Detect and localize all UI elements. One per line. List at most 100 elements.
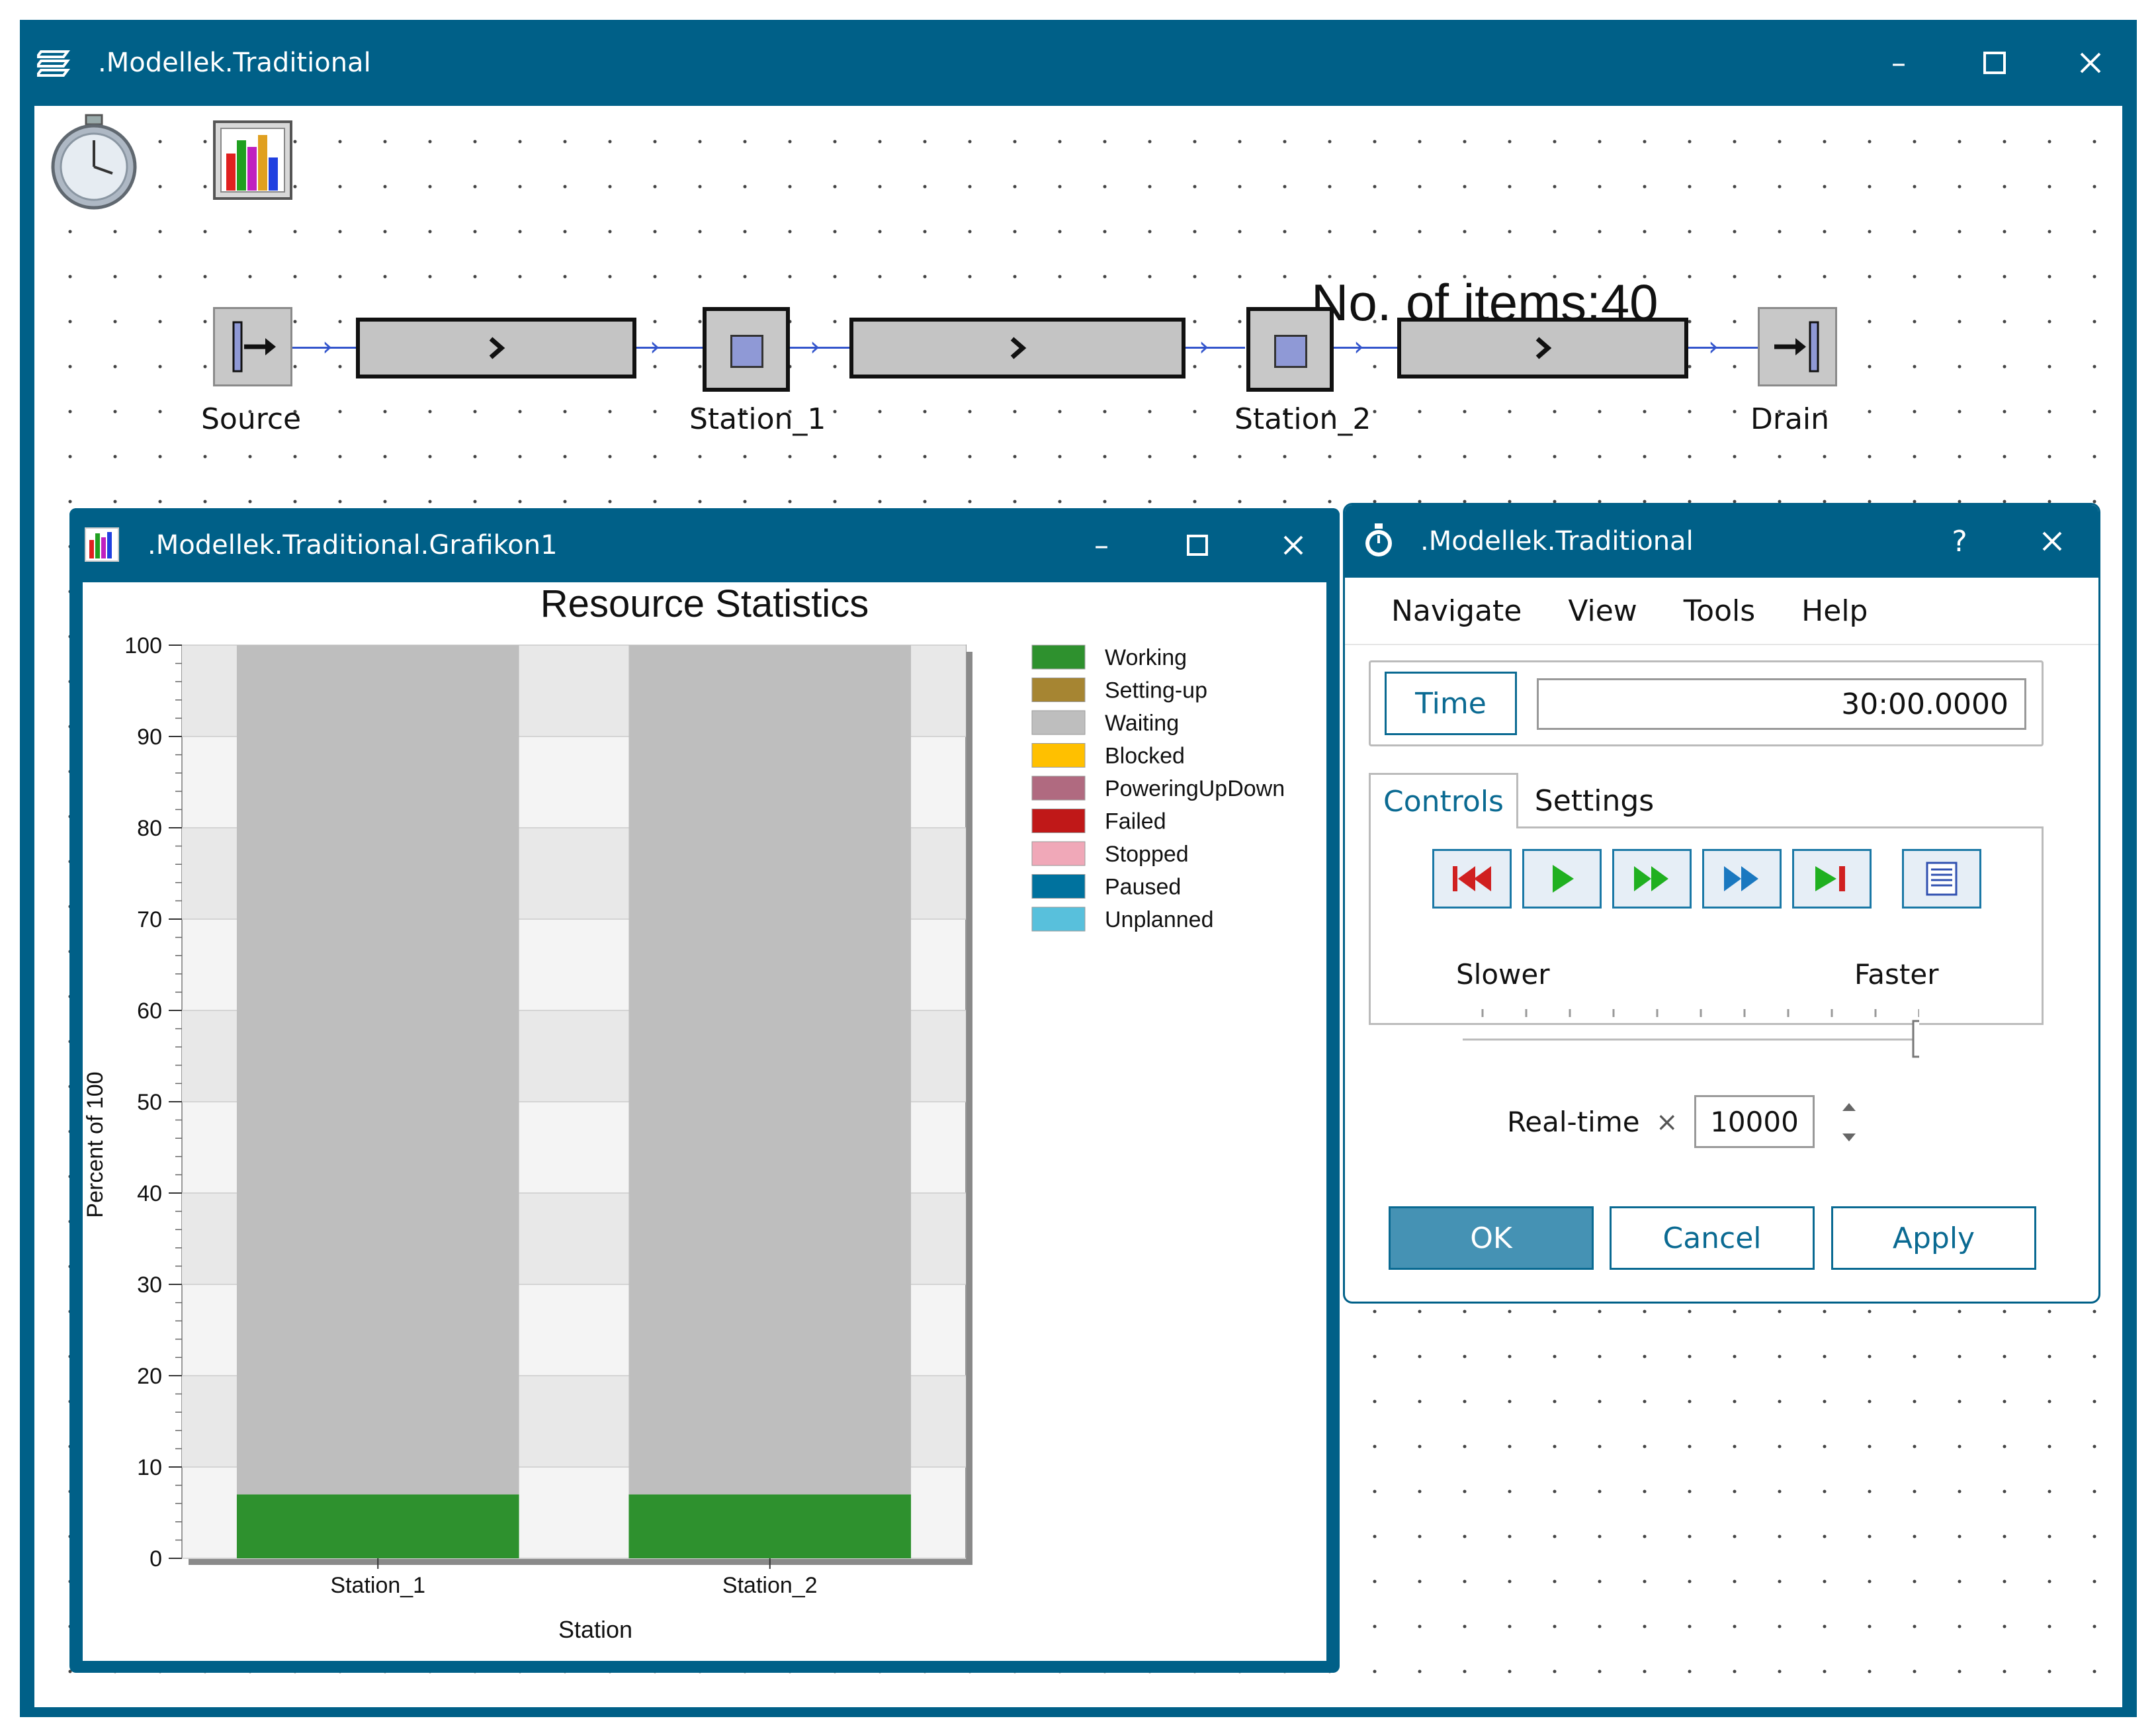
tab-controls[interactable]: Controls: [1369, 773, 1518, 828]
tab-settings[interactable]: Settings: [1525, 773, 1664, 828]
chart-window-title: .Modellek.Traditional.Grafikon1: [148, 530, 558, 560]
y-tick-label: 30: [137, 1272, 162, 1298]
stop-icon: [1815, 866, 1845, 891]
connector[interactable]: [1688, 347, 1758, 349]
source-object[interactable]: [213, 307, 292, 386]
close-button[interactable]: [2044, 20, 2137, 106]
chart-title: Resource Statistics: [540, 582, 869, 625]
fast-forward-button[interactable]: [1612, 849, 1692, 909]
cancel-button[interactable]: Cancel: [1610, 1206, 1815, 1270]
step-button[interactable]: [1702, 849, 1782, 909]
minimize-button[interactable]: –: [1852, 20, 1945, 106]
event-controller-icon[interactable]: [48, 112, 140, 214]
x-axis-label: Station: [558, 1616, 632, 1643]
drain-icon: [1774, 321, 1819, 373]
event-list-button[interactable]: [1902, 849, 1981, 909]
y-tick-label: 60: [137, 999, 162, 1024]
start-button[interactable]: [1522, 849, 1602, 909]
legend-label: PoweringUpDown: [1105, 776, 1285, 801]
menu-view[interactable]: View: [1568, 594, 1637, 628]
dialog-title: .Modellek.Traditional: [1420, 526, 1694, 556]
connector[interactable]: [636, 347, 703, 349]
connector-arrow-icon: ›: [1199, 332, 1209, 362]
source-label: Source: [201, 402, 302, 436]
y-tick-label: 70: [137, 907, 162, 932]
speed-slider[interactable]: [1463, 1008, 1926, 1061]
chart-icon[interactable]: [213, 120, 292, 202]
time-button[interactable]: Time: [1385, 672, 1517, 735]
station-1-object[interactable]: [703, 307, 790, 392]
close-icon: [2080, 52, 2101, 73]
maximize-button[interactable]: [1151, 508, 1244, 582]
conveyor-line[interactable]: [849, 318, 1186, 378]
station-1-label: Station_1: [689, 402, 826, 436]
y-tick-label: 80: [137, 816, 162, 841]
maximize-button[interactable]: [1948, 20, 2041, 106]
legend-swatch: [1031, 644, 1086, 670]
y-tick-label: 40: [137, 1181, 162, 1206]
legend-label: Stopped: [1105, 842, 1189, 867]
conveyor-line[interactable]: [356, 318, 636, 378]
bar-segment[interactable]: [236, 1494, 519, 1558]
legend-label: Unplanned: [1105, 907, 1213, 932]
model-icon: [34, 46, 74, 79]
close-button[interactable]: [2006, 505, 2098, 578]
drain-label: Drain: [1750, 402, 1830, 436]
dialog-titlebar[interactable]: .Modellek.Traditional ?: [1345, 505, 2098, 578]
menu-tools[interactable]: Tools: [1684, 594, 1755, 628]
resource-statistics-chart: Resource Statistics Percent of 100 Stati…: [83, 582, 1285, 1643]
legend-swatch: [1031, 743, 1086, 768]
reset-icon: [1453, 866, 1491, 891]
connector[interactable]: [1186, 347, 1245, 349]
minimize-button[interactable]: –: [1055, 508, 1148, 582]
legend-swatch: [1031, 907, 1086, 932]
connector[interactable]: [1334, 347, 1397, 349]
legend-label: Setting-up: [1105, 678, 1207, 703]
connector-arrow-icon: ›: [1354, 332, 1364, 362]
slider-thumb[interactable]: [1912, 1020, 1926, 1058]
legend-label: Failed: [1105, 809, 1166, 834]
conveyor-line[interactable]: [1397, 318, 1688, 378]
faster-label: Faster: [1854, 958, 1939, 991]
close-icon: [1283, 535, 1303, 555]
ok-button[interactable]: OK: [1389, 1206, 1594, 1270]
legend-label: Waiting: [1105, 711, 1179, 736]
time-field[interactable]: 30:00.0000: [1537, 678, 2026, 730]
spinner-icon[interactable]: [1838, 1099, 1860, 1148]
station-2-object[interactable]: [1246, 307, 1334, 392]
menu-help[interactable]: Help: [1801, 594, 1868, 628]
chart-window: .Modellek.Traditional.Grafikon1 – Resour…: [69, 508, 1340, 1673]
list-icon: [1926, 862, 1958, 896]
legend-swatch: [1031, 874, 1086, 899]
reset-button[interactable]: [1432, 849, 1512, 909]
realtime-factor-input[interactable]: 10000: [1694, 1095, 1815, 1148]
menu-navigate[interactable]: Navigate: [1391, 594, 1522, 628]
legend-swatch: [1031, 776, 1086, 801]
main-titlebar[interactable]: .Modellek.Traditional –: [20, 20, 2137, 106]
bar-segment[interactable]: [628, 645, 912, 1495]
close-icon: [2042, 531, 2062, 551]
y-tick-label: 10: [137, 1455, 162, 1480]
chart-titlebar[interactable]: .Modellek.Traditional.Grafikon1 –: [69, 508, 1340, 582]
connector-arrow-icon: ›: [322, 332, 333, 362]
y-axis-label: Percent of 100: [83, 1071, 108, 1218]
realtime-label: Real-time: [1507, 1106, 1640, 1138]
apply-button[interactable]: Apply: [1831, 1206, 2036, 1270]
chevron-right-icon: [1010, 337, 1027, 359]
chevron-right-icon: [489, 337, 505, 359]
drain-object[interactable]: [1758, 307, 1837, 386]
chevron-right-icon: [1535, 337, 1552, 359]
station-2-label: Station_2: [1234, 402, 1371, 436]
chart-window-icon: [84, 527, 120, 565]
y-tick-label: 50: [137, 1090, 162, 1115]
dialog-menubar: Navigate View Tools Help: [1345, 578, 2098, 645]
bar-segment[interactable]: [236, 645, 519, 1495]
stop-button[interactable]: [1792, 849, 1872, 909]
help-button[interactable]: ?: [1913, 505, 2006, 578]
speed-slider-track: [1463, 1009, 1926, 1058]
legend-swatch: [1031, 809, 1086, 833]
close-button[interactable]: [1247, 508, 1340, 582]
bar-segment[interactable]: [628, 1494, 912, 1558]
y-tick-label: 100: [124, 633, 162, 658]
y-tick-label: 20: [137, 1364, 162, 1389]
